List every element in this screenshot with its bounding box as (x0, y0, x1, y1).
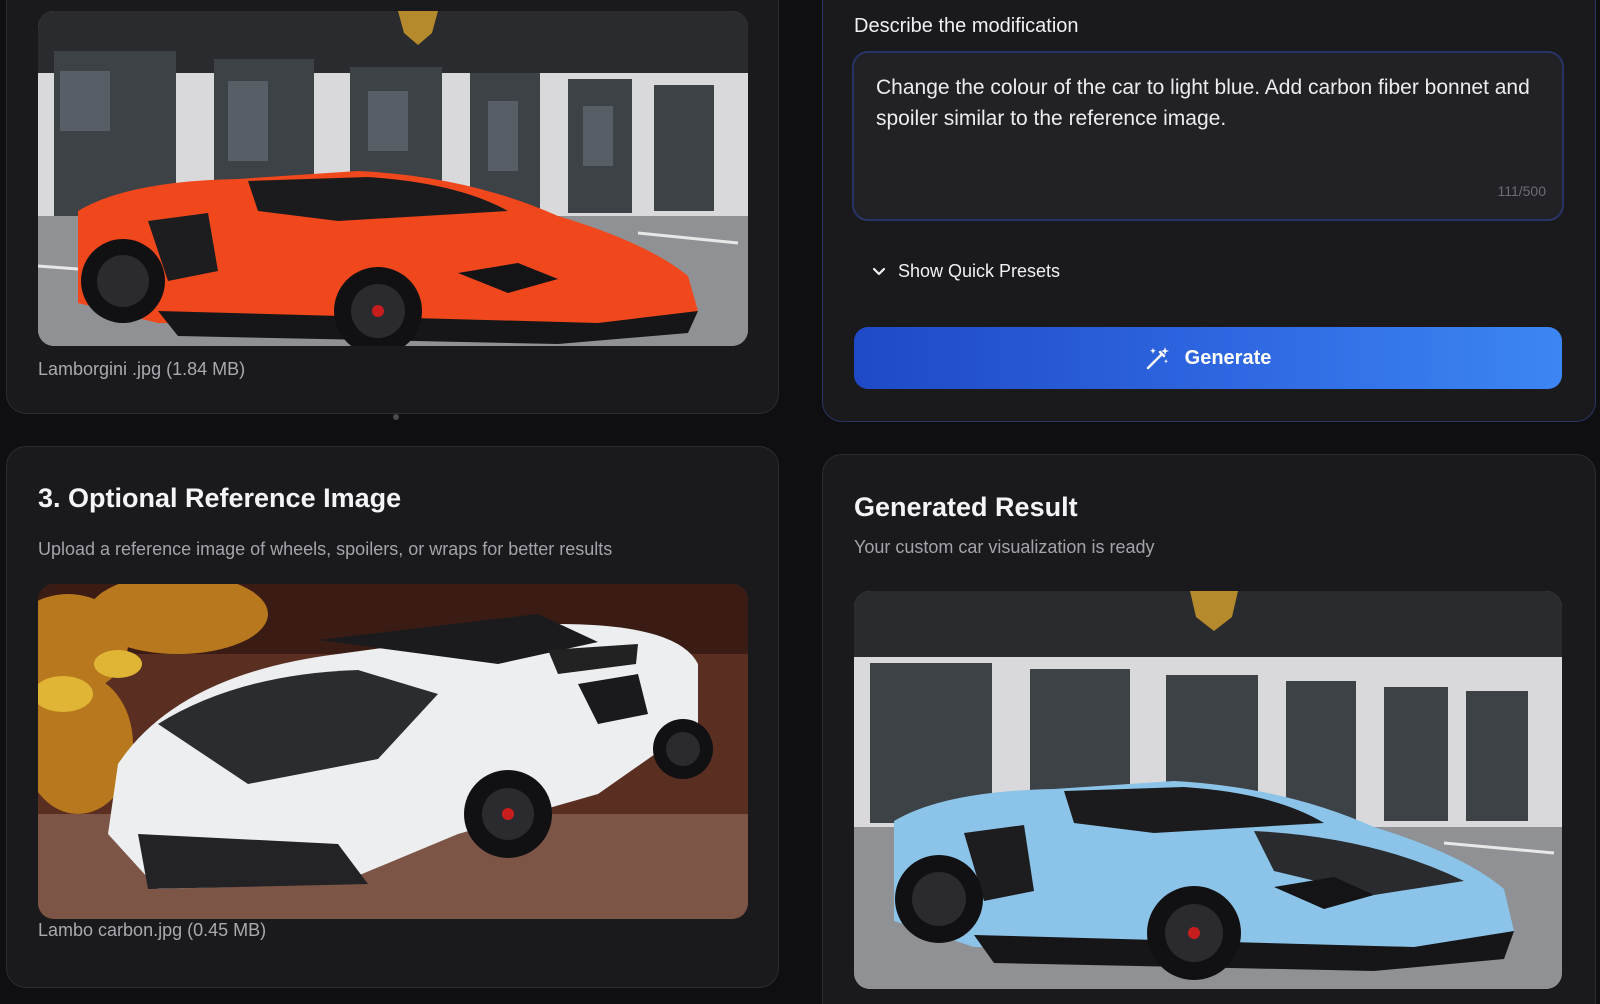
generated-car-photo[interactable] (854, 591, 1562, 989)
result-subtitle: Your custom car visualization is ready (854, 537, 1155, 557)
modification-text: Change the colour of the car to light bl… (876, 76, 1530, 130)
describe-label: Describe the modification (854, 15, 1079, 37)
modification-textarea[interactable]: Change the colour of the car to light bl… (852, 51, 1564, 221)
generate-label: Generate (1184, 346, 1272, 369)
show-quick-presets-label: Show Quick Presets (898, 261, 1061, 281)
result-title: Generated Result (854, 492, 1078, 522)
chevron-down-icon (872, 267, 886, 275)
character-counter: 111/500 (1497, 183, 1546, 199)
uploaded-file-caption: Lamborgini .jpg (1.84 MB) (38, 359, 246, 379)
generate-button[interactable]: Generate (854, 327, 1562, 389)
show-quick-presets-toggle[interactable]: Show Quick Presets (872, 261, 1060, 282)
uploaded-car-photo[interactable] (38, 11, 748, 346)
magic-wand-icon (1146, 347, 1169, 370)
reference-title: 3. Optional Reference Image (38, 483, 402, 513)
reference-file-caption: Lambo carbon.jpg (0.45 MB) (38, 920, 267, 940)
reference-car-photo[interactable] (38, 584, 748, 919)
reference-subtitle: Upload a reference image of wheels, spoi… (38, 539, 613, 559)
carousel-dot[interactable] (393, 414, 399, 420)
